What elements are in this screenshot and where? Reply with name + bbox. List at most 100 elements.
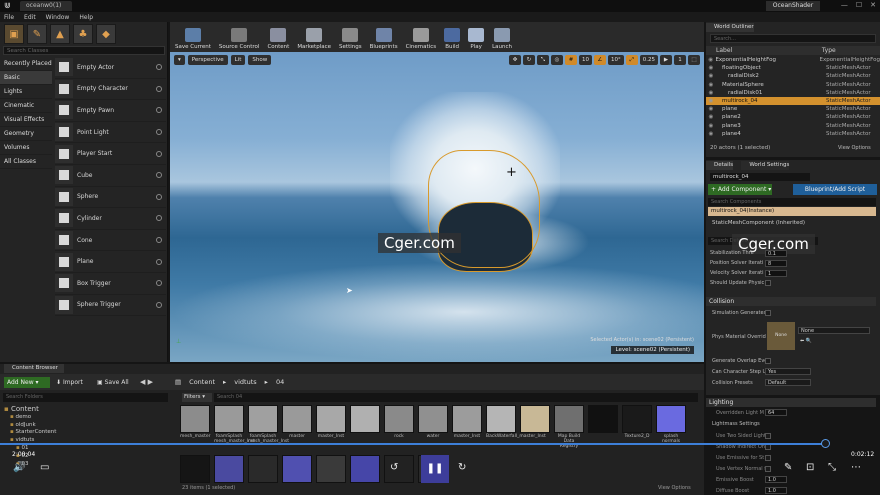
menu-window[interactable]: Window [46, 14, 70, 21]
outliner-row[interactable]: ◉ radialDisk2 StaticMeshActor [706, 72, 880, 80]
asset-tile[interactable]: rock [384, 405, 414, 439]
outliner-search[interactable]: Search... [710, 34, 876, 43]
world-icon[interactable]: ◎ [551, 55, 563, 65]
menu-edit[interactable]: Edit [24, 14, 36, 21]
video-progress-bar[interactable] [0, 443, 825, 445]
minimize-button[interactable]: — [841, 1, 848, 9]
visibility-eye-icon[interactable]: ◉ [706, 97, 716, 105]
search-assets-input[interactable]: Search 04 [214, 393, 698, 402]
geometry-mode-icon[interactable]: ◆ [96, 24, 116, 44]
actor-name-field[interactable]: multirock_04 [710, 173, 810, 181]
two-sided-checkbox[interactable] [765, 433, 771, 439]
outliner-row[interactable]: ◉ MaterialSphere StaticMeshActor [706, 81, 880, 89]
maximize-viewport-icon[interactable]: ⬚ [688, 55, 700, 65]
toolbar-button-blueprints[interactable]: Blueprints [367, 24, 401, 52]
info-icon[interactable] [156, 172, 162, 179]
asset-tile[interactable] [316, 455, 346, 483]
import-button[interactable]: ⬇ Import [56, 377, 83, 388]
visibility-eye-icon[interactable]: ◉ [706, 72, 716, 80]
asset-tile[interactable]: BackWaterfall_master_Inst [486, 405, 546, 439]
rotate-snap-value[interactable]: 10° [608, 55, 624, 65]
show-button[interactable]: Show [248, 55, 272, 65]
asset-tile[interactable] [588, 405, 618, 434]
asset-tile[interactable] [180, 455, 210, 483]
outliner-row[interactable]: ◉ plane2 StaticMeshActor [706, 113, 880, 121]
outliner-row[interactable]: ◉ plane4 StaticMeshActor [706, 130, 880, 138]
rewind-icon[interactable]: ↺ [390, 462, 398, 473]
asset-tile[interactable] [214, 455, 244, 483]
asset-tile[interactable] [520, 405, 550, 434]
lighting-section[interactable]: Lighting [706, 398, 876, 407]
placeable-item[interactable]: Empty Character [55, 79, 166, 101]
blueprint-add-script-button[interactable]: Blueprint/Add Script [793, 184, 877, 195]
info-icon[interactable] [156, 215, 162, 222]
save-all-button[interactable]: ▣ Save All [97, 377, 129, 388]
info-icon[interactable] [156, 150, 162, 157]
visibility-eye-icon[interactable]: ◉ [706, 64, 716, 72]
asset-tile[interactable]: water [418, 405, 448, 439]
nav-arrows[interactable]: ◀ ▶ [140, 377, 153, 388]
placeable-item[interactable]: Box Trigger [55, 273, 166, 295]
video-scrub-handle[interactable] [820, 439, 830, 448]
emissive-checkbox[interactable] [765, 455, 771, 461]
add-new-button[interactable]: Add New ▾ [4, 377, 50, 388]
folder-tree-item[interactable]: ▪ oldJunk [4, 421, 56, 429]
crumb-vidtuts[interactable]: vidtuts [234, 377, 256, 388]
diffuse-boost-value[interactable]: 1.0 [765, 487, 787, 494]
info-icon[interactable] [156, 301, 162, 308]
filters-button[interactable]: Filters ▾ [182, 393, 212, 402]
content-browser-tab[interactable]: Content Browser [4, 364, 64, 373]
screenshot-icon[interactable]: ⊡ [806, 462, 814, 473]
lit-button[interactable]: Lit [230, 55, 246, 65]
volume-icon[interactable]: 🔊 [13, 462, 25, 473]
asset-tile[interactable] [384, 455, 414, 483]
category-item[interactable]: Geometry [0, 127, 52, 141]
toolbar-button-marketplace[interactable]: Marketplace [294, 24, 334, 52]
paint-mode-icon[interactable]: ✎ [27, 24, 47, 44]
scale-icon[interactable]: ⤡ [537, 55, 549, 65]
rotate-icon[interactable]: ↻ [523, 55, 535, 65]
asset-tile[interactable]: master_Inst [452, 405, 482, 439]
pen-icon[interactable]: ✎ [784, 462, 792, 473]
toolbar-button-launch[interactable]: Launch [489, 24, 515, 52]
folder-tree-item[interactable]: ▪ StarterContent [4, 428, 56, 436]
toolbar-button-settings[interactable]: Settings [336, 24, 365, 52]
visibility-eye-icon[interactable]: ◉ [706, 81, 716, 89]
asset-tile[interactable]: foamSplash mesh_master_Inst [214, 405, 255, 444]
translate-icon[interactable]: ✥ [509, 55, 521, 65]
fullscreen-icon[interactable]: ⤡ [828, 462, 836, 473]
outliner-row[interactable]: ◉ plane3 StaticMeshActor [706, 122, 880, 130]
camera-speed-icon[interactable]: ▶ [660, 55, 672, 65]
visibility-eye-icon[interactable]: ◉ [706, 56, 715, 64]
cb-view-options[interactable]: View Options [658, 485, 691, 491]
placeable-item[interactable]: Player Start [55, 143, 166, 165]
collision-section[interactable]: Collision [706, 297, 876, 306]
placeable-item[interactable]: Empty Actor [55, 57, 166, 79]
place-mode-icon[interactable]: ▣ [4, 24, 24, 44]
category-item[interactable]: Lights [0, 85, 52, 99]
scale-snap-value[interactable]: 0.25 [639, 55, 658, 65]
info-icon[interactable] [156, 85, 162, 92]
phys-material-thumbnail[interactable]: None [767, 322, 795, 350]
search-folders-input[interactable]: Search Folders [3, 393, 168, 402]
sim-generates-checkbox[interactable] [765, 310, 771, 316]
asset-tile[interactable]: master_Inst [316, 405, 346, 439]
window-tab[interactable]: oceanw0(1) [20, 1, 72, 11]
viewport-menu-button[interactable]: ▾ [174, 55, 185, 65]
placeable-item[interactable]: Cylinder [55, 208, 166, 230]
crumb-content[interactable]: Content [189, 377, 215, 388]
component-mesh[interactable]: StaticMeshComponent (Inherited) [712, 220, 805, 226]
category-item[interactable]: Visual Effects [0, 113, 52, 127]
outliner-row[interactable]: ◉ ExponentialHeightFog ExponentialHeightFo… [706, 56, 880, 64]
outliner-tab[interactable]: World Outliner [706, 23, 754, 32]
add-component-button[interactable]: + Add Component ▾ [708, 184, 772, 195]
visibility-eye-icon[interactable]: ◉ [706, 122, 716, 130]
visibility-eye-icon[interactable]: ◉ [706, 105, 716, 113]
component-instance[interactable]: multirock_04(Instance) [708, 207, 876, 216]
placeable-item[interactable]: Cube [55, 165, 166, 187]
placeable-item[interactable]: Cone [55, 230, 166, 252]
placeable-item[interactable]: Plane [55, 251, 166, 273]
prop-value[interactable]: 8 [765, 259, 787, 267]
info-icon[interactable] [156, 280, 162, 287]
close-button[interactable]: ✕ [870, 1, 876, 9]
